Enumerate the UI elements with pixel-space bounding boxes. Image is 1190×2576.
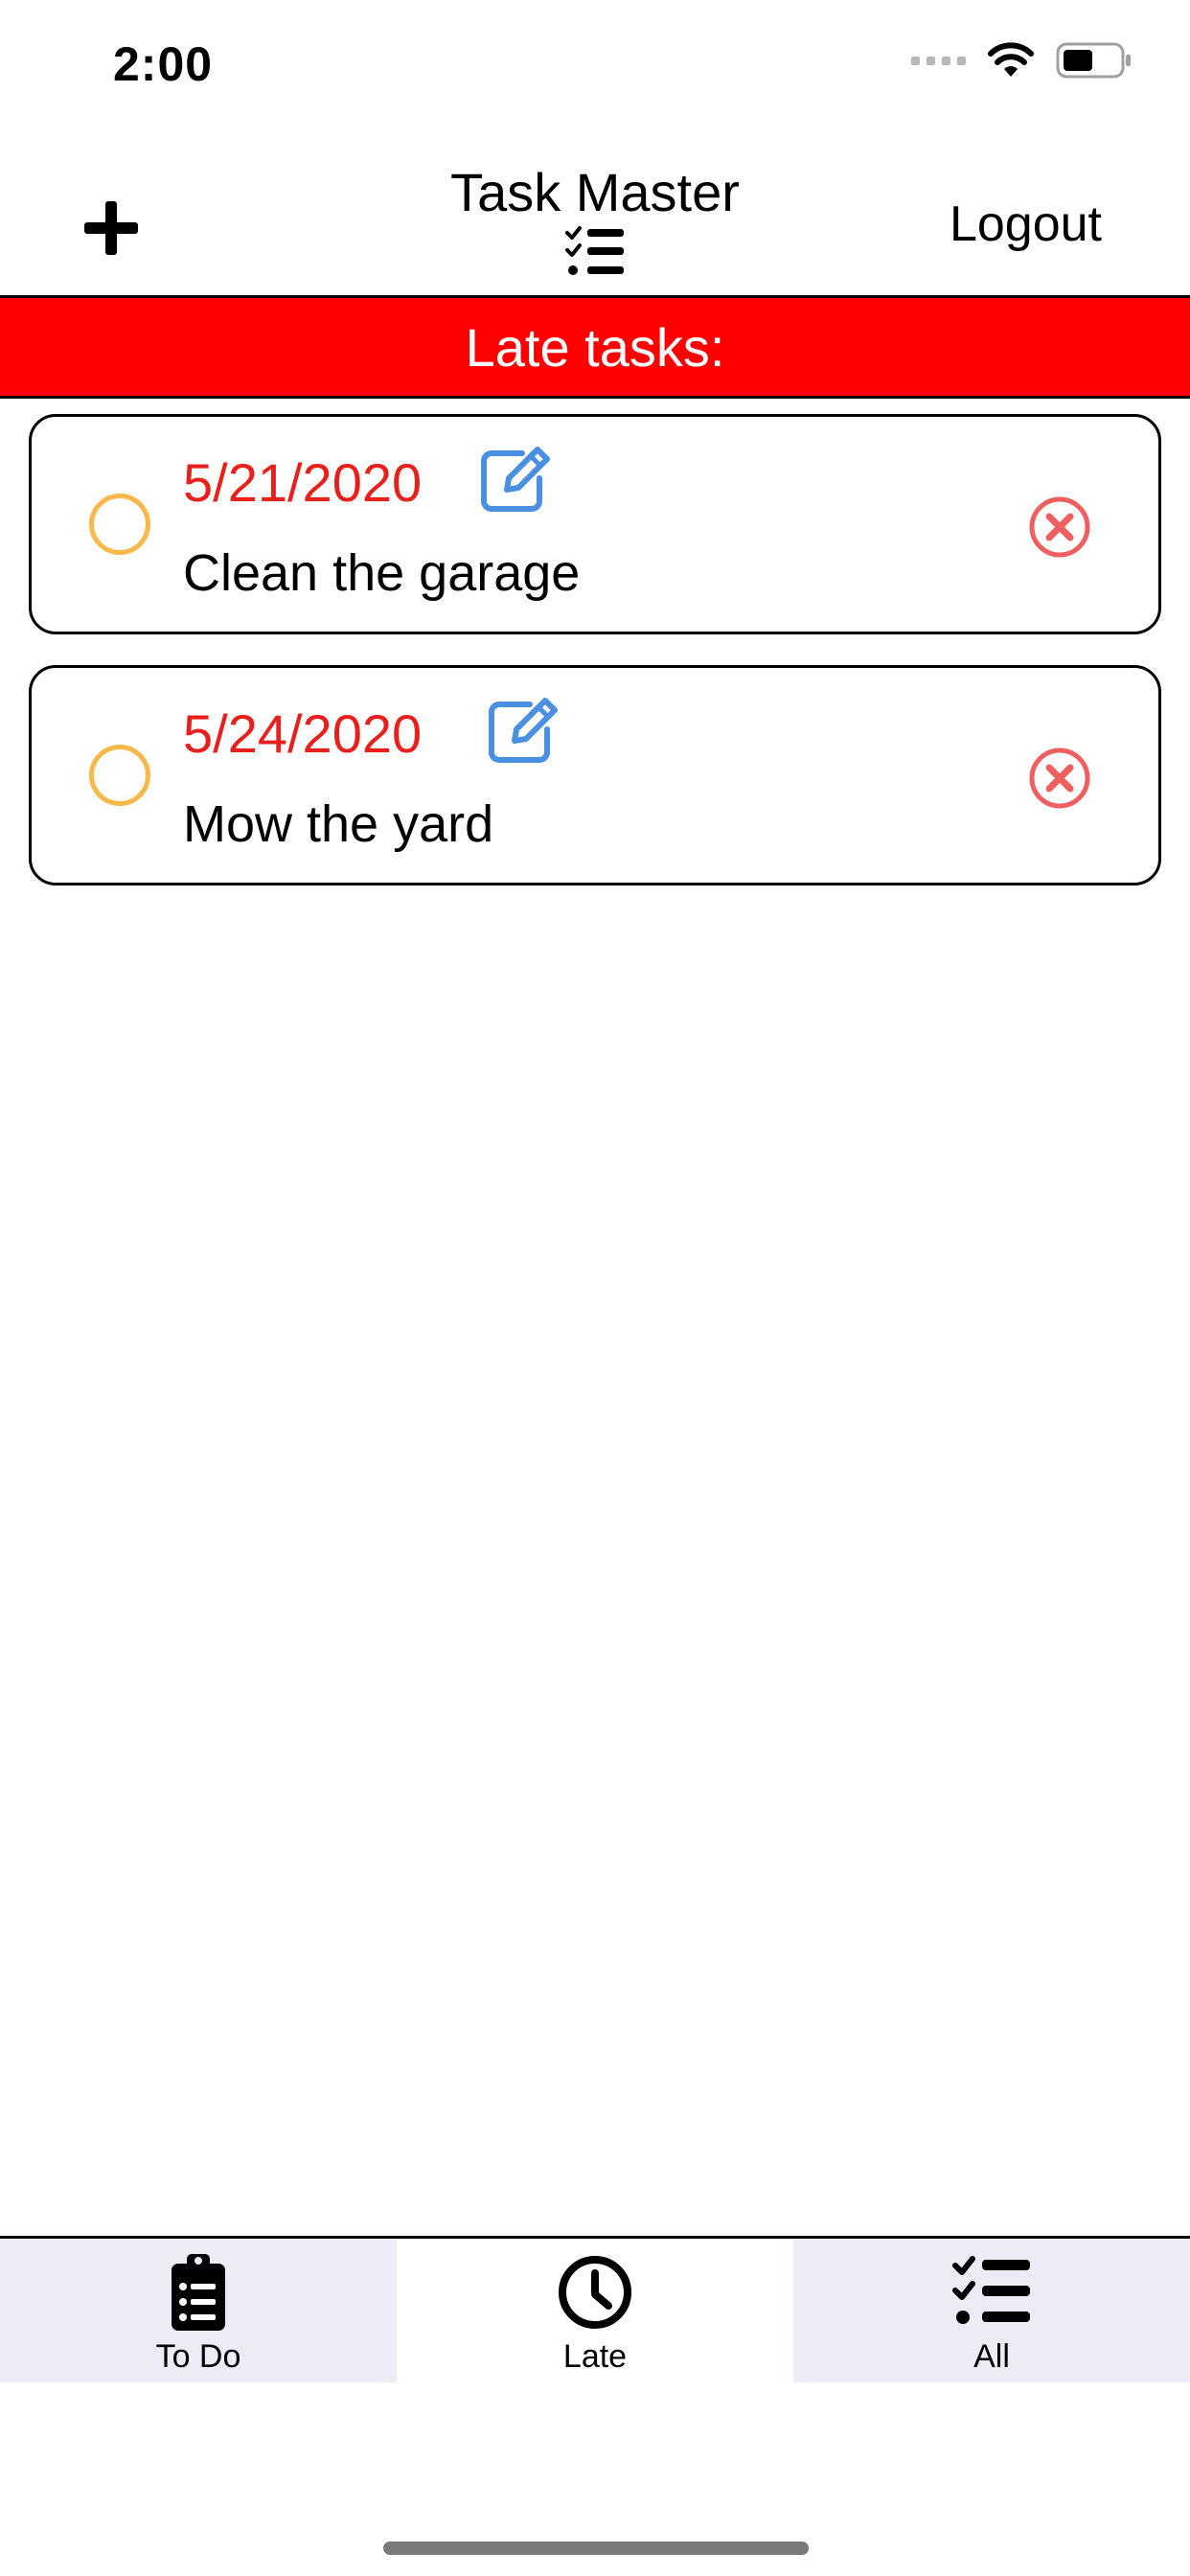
signal-icon bbox=[911, 56, 966, 65]
tab-label: All bbox=[973, 2338, 1010, 2375]
task-date: 5/21/2020 bbox=[183, 452, 423, 513]
late-tasks-banner: Late tasks: bbox=[0, 298, 1190, 399]
task-card: 5/21/2020 Clean the garage bbox=[29, 414, 1161, 634]
edit-icon[interactable] bbox=[478, 446, 555, 513]
complete-circle-icon[interactable] bbox=[89, 494, 150, 555]
status-icons bbox=[911, 42, 1133, 79]
tab-label: To Do bbox=[155, 2338, 241, 2375]
tab-bar: To Do Late All bbox=[0, 2236, 1190, 2382]
delete-icon[interactable] bbox=[1028, 747, 1091, 810]
task-name: Clean the garage bbox=[183, 544, 581, 602]
status-time: 2:00 bbox=[113, 37, 214, 91]
battery-icon bbox=[1056, 42, 1131, 79]
task-list: 5/21/2020 Clean the garage 5/24/2020 Mow… bbox=[29, 414, 1161, 916]
delete-icon[interactable] bbox=[1028, 495, 1091, 559]
complete-circle-icon[interactable] bbox=[89, 745, 150, 806]
task-date: 5/24/2020 bbox=[183, 703, 423, 764]
tab-all[interactable]: All bbox=[793, 2239, 1190, 2382]
checklist-icon bbox=[952, 2256, 1030, 2324]
status-bar: 2:00 bbox=[0, 0, 1190, 134]
logout-button[interactable]: Logout bbox=[950, 196, 1102, 253]
task-name: Mow the yard bbox=[183, 795, 494, 853]
clipboard-icon bbox=[172, 2254, 225, 2331]
nav-header: Task Master Logout bbox=[0, 144, 1190, 298]
task-card: 5/24/2020 Mow the yard bbox=[29, 665, 1161, 886]
home-indicator[interactable] bbox=[383, 2542, 809, 2555]
tab-label: Late bbox=[562, 2338, 628, 2375]
checklist-icon bbox=[565, 226, 624, 275]
clock-icon bbox=[559, 2256, 631, 2329]
banner-label: Late tasks: bbox=[465, 316, 725, 378]
tab-todo[interactable]: To Do bbox=[0, 2239, 397, 2382]
tab-late[interactable]: Late bbox=[397, 2239, 793, 2382]
edit-icon[interactable] bbox=[486, 697, 562, 764]
wifi-icon bbox=[988, 42, 1034, 77]
